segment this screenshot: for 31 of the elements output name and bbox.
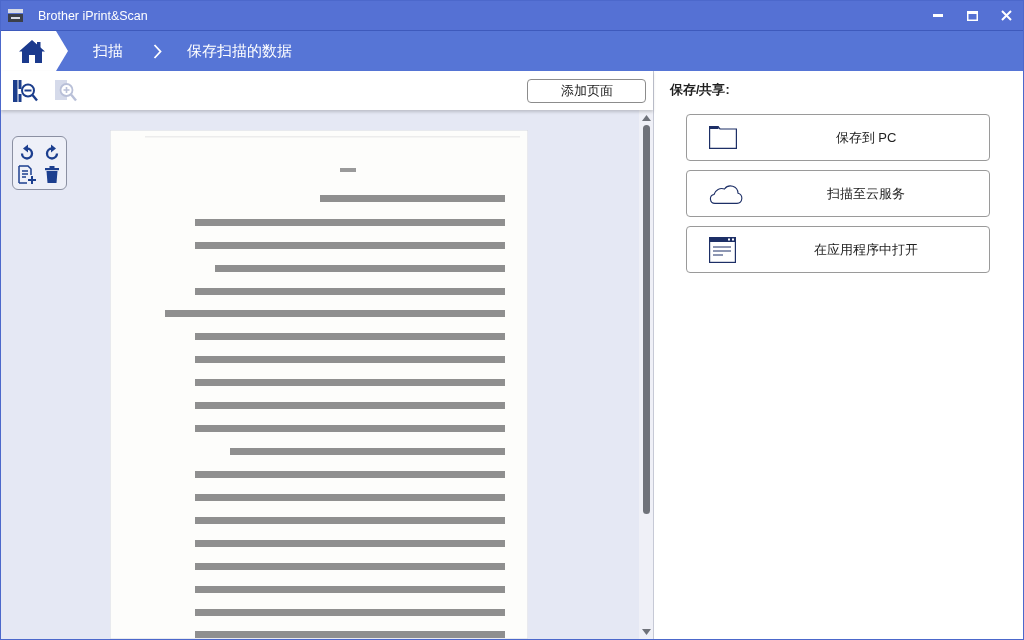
open-in-app-button[interactable]: 在应用程序中打开 (686, 226, 990, 273)
scanner-icon (8, 9, 23, 22)
breadcrumb-link[interactable]: 保存扫描的数据 (187, 41, 292, 61)
rotate-right-button[interactable] (43, 143, 60, 160)
scroll-up-icon[interactable] (641, 115, 651, 121)
rotate-left-icon (19, 143, 36, 160)
folder-icon (709, 126, 737, 149)
add-page-tool-button[interactable] (18, 165, 37, 184)
rotate-left-button[interactable] (19, 143, 36, 160)
chevron-right-icon (153, 43, 162, 59)
app-window-icon (709, 236, 736, 263)
cloud-service-button[interactable]: 扫描至云服务 (686, 170, 990, 217)
delete-button[interactable] (44, 166, 59, 183)
home-icon (19, 39, 45, 63)
scroll-down-icon[interactable] (641, 629, 651, 635)
minimize-icon (933, 14, 943, 17)
window-title: Brother iPrint&Scan (38, 8, 148, 23)
close-icon (1000, 10, 1012, 21)
share-heading: 保存/共享: (670, 82, 730, 99)
save-to-pc-button[interactable]: 保存到 PC (686, 114, 990, 161)
add-page-button[interactable]: 添加页面 (527, 78, 646, 103)
scrollbar-thumb[interactable] (642, 125, 650, 514)
cloud-icon (709, 183, 743, 204)
zoom-out-icon (13, 79, 38, 102)
rotate-right-icon (43, 143, 60, 160)
trash-icon (44, 166, 59, 183)
breadcrumb-link[interactable]: 扫描 (93, 41, 123, 61)
zoom-in-icon (55, 79, 77, 102)
maximize-icon (966, 10, 978, 21)
document-plus-icon (18, 165, 37, 184)
zoom-out-button[interactable] (13, 79, 38, 102)
